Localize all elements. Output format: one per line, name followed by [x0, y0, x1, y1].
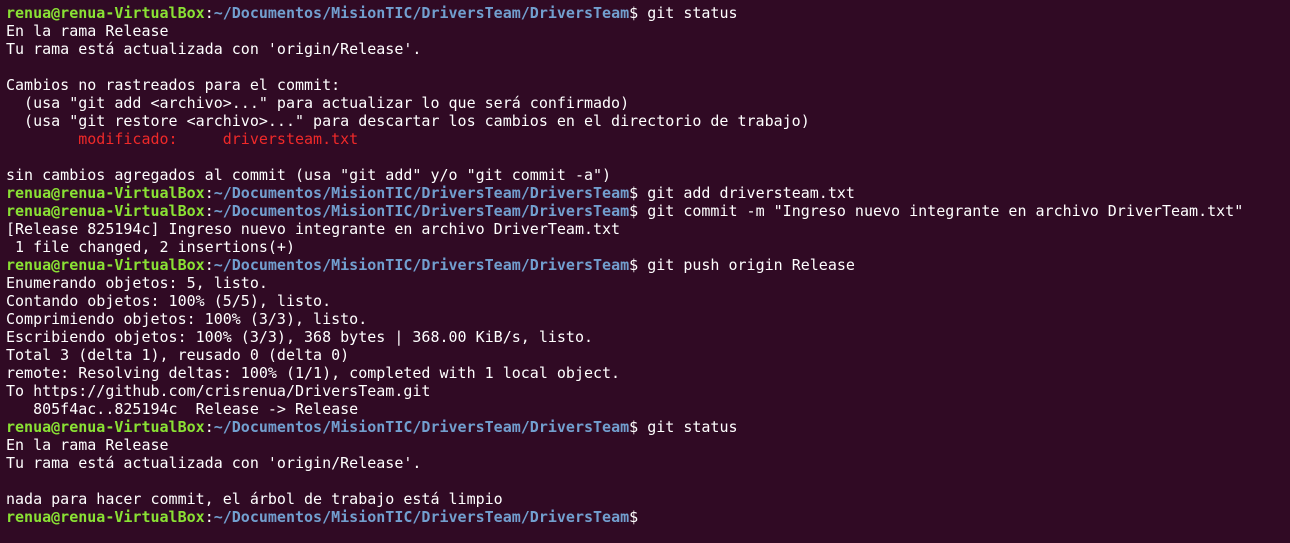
prompt-symbol: $: [629, 202, 648, 220]
prompt-line: renua@renua-VirtualBox:~/Documentos/Misi…: [6, 256, 1290, 274]
prompt-line: renua@renua-VirtualBox:~/Documentos/Misi…: [6, 184, 1290, 202]
output-text: 805f4ac..825194c Release -> Release: [6, 400, 359, 418]
output-line: Cambios no rastreados para el commit:: [6, 76, 1290, 94]
prompt-user: renua@renua-VirtualBox: [6, 256, 205, 274]
prompt-user: renua@renua-VirtualBox: [6, 4, 205, 22]
prompt-colon: :: [204, 256, 214, 274]
output-text: (usa "git restore <archivo>..." para des…: [6, 112, 810, 130]
prompt-colon: :: [204, 418, 214, 436]
output-line: Tu rama está actualizada con 'origin/Rel…: [6, 40, 1290, 58]
prompt-symbol: $: [629, 418, 648, 436]
output-text: En la rama Release: [6, 436, 169, 454]
output-text: En la rama Release: [6, 22, 169, 40]
prompt-path: ~/Documentos/MisionTIC/DriversTeam/Drive…: [213, 184, 630, 202]
output-line: En la rama Release: [6, 22, 1290, 40]
output-text: remote: Resolving deltas: 100% (1/1), co…: [6, 364, 621, 382]
output-text: nada para hacer commit, el árbol de trab…: [6, 490, 503, 508]
prompt-path: ~/Documentos/MisionTIC/DriversTeam/Drive…: [213, 508, 630, 526]
prompt-user: renua@renua-VirtualBox: [6, 202, 205, 220]
command-text: git add driversteam.txt: [647, 184, 855, 202]
prompt-line: renua@renua-VirtualBox:~/Documentos/Misi…: [6, 508, 1290, 526]
prompt-symbol: $: [629, 184, 648, 202]
prompt-path: ~/Documentos/MisionTIC/DriversTeam/Drive…: [213, 418, 630, 436]
output-text: [Release 825194c] Ingreso nuevo integran…: [6, 220, 621, 238]
output-line: 1 file changed, 2 insertions(+): [6, 238, 1290, 256]
prompt-user: renua@renua-VirtualBox: [6, 508, 205, 526]
output-text: Total 3 (delta 1), reusado 0 (delta 0): [6, 346, 350, 364]
output-line: Contando objetos: 100% (5/5), listo.: [6, 292, 1290, 310]
prompt-line: renua@renua-VirtualBox:~/Documentos/Misi…: [6, 418, 1290, 436]
output-line: Escribiendo objetos: 100% (3/3), 368 byt…: [6, 328, 1290, 346]
prompt-symbol: $: [629, 256, 648, 274]
prompt-user: renua@renua-VirtualBox: [6, 184, 205, 202]
prompt-path: ~/Documentos/MisionTIC/DriversTeam/Drive…: [213, 202, 630, 220]
output-text: Contando objetos: 100% (5/5), listo.: [6, 292, 332, 310]
output-text: To https://github.com/crisrenua/DriversT…: [6, 382, 431, 400]
output-text: Tu rama está actualizada con 'origin/Rel…: [6, 40, 422, 58]
output-text: (usa "git add <archivo>..." para actuali…: [6, 94, 630, 112]
output-text: Tu rama está actualizada con 'origin/Rel…: [6, 454, 422, 472]
output-line: To https://github.com/crisrenua/DriversT…: [6, 382, 1290, 400]
output-line: En la rama Release: [6, 436, 1290, 454]
output-line: [Release 825194c] Ingreso nuevo integran…: [6, 220, 1290, 238]
output-line: Enumerando objetos: 5, listo.: [6, 274, 1290, 292]
output-text: Escribiendo objetos: 100% (3/3), 368 byt…: [6, 328, 593, 346]
prompt-colon: :: [204, 202, 214, 220]
terminal-cursor: [647, 509, 655, 524]
prompt-user: renua@renua-VirtualBox: [6, 418, 205, 436]
prompt-colon: :: [204, 508, 214, 526]
output-line: Tu rama está actualizada con 'origin/Rel…: [6, 454, 1290, 472]
prompt-colon: :: [204, 184, 214, 202]
prompt-colon: :: [204, 4, 214, 22]
terminal-window[interactable]: renua@renua-VirtualBox:~/Documentos/Misi…: [0, 0, 1290, 543]
output-text: Enumerando objetos: 5, listo.: [6, 274, 268, 292]
prompt-symbol: $: [629, 4, 648, 22]
output-text: 1 file changed, 2 insertions(+): [6, 238, 295, 256]
output-text: sin cambios agregados al commit (usa "gi…: [6, 166, 612, 184]
output-line: nada para hacer commit, el árbol de trab…: [6, 490, 1290, 508]
output-line: Total 3 (delta 1), reusado 0 (delta 0): [6, 346, 1290, 364]
output-line: (usa "git add <archivo>..." para actuali…: [6, 94, 1290, 112]
output-line: 805f4ac..825194c Release -> Release: [6, 400, 1290, 418]
modified-file-text: modificado: driversteam.txt: [6, 130, 359, 148]
modified-file-line: modificado: driversteam.txt: [6, 130, 1290, 148]
command-text: git status: [647, 418, 738, 436]
output-line: Comprimiendo objetos: 100% (3/3), listo.: [6, 310, 1290, 328]
output-line: remote: Resolving deltas: 100% (1/1), co…: [6, 364, 1290, 382]
command-text: git status: [647, 4, 738, 22]
output-line: (usa "git restore <archivo>..." para des…: [6, 112, 1290, 130]
command-text: git commit -m "Ingreso nuevo integrante …: [647, 202, 1244, 220]
prompt-line: renua@renua-VirtualBox:~/Documentos/Misi…: [6, 4, 1290, 22]
prompt-line: renua@renua-VirtualBox:~/Documentos/Misi…: [6, 202, 1290, 220]
command-text: git push origin Release: [647, 256, 855, 274]
output-text: Cambios no rastreados para el commit:: [6, 76, 341, 94]
prompt-path: ~/Documentos/MisionTIC/DriversTeam/Drive…: [213, 4, 630, 22]
output-text: Comprimiendo objetos: 100% (3/3), listo.: [6, 310, 368, 328]
output-line: sin cambios agregados al commit (usa "gi…: [6, 166, 1290, 184]
prompt-symbol: $: [629, 508, 648, 526]
prompt-path: ~/Documentos/MisionTIC/DriversTeam/Drive…: [213, 256, 630, 274]
